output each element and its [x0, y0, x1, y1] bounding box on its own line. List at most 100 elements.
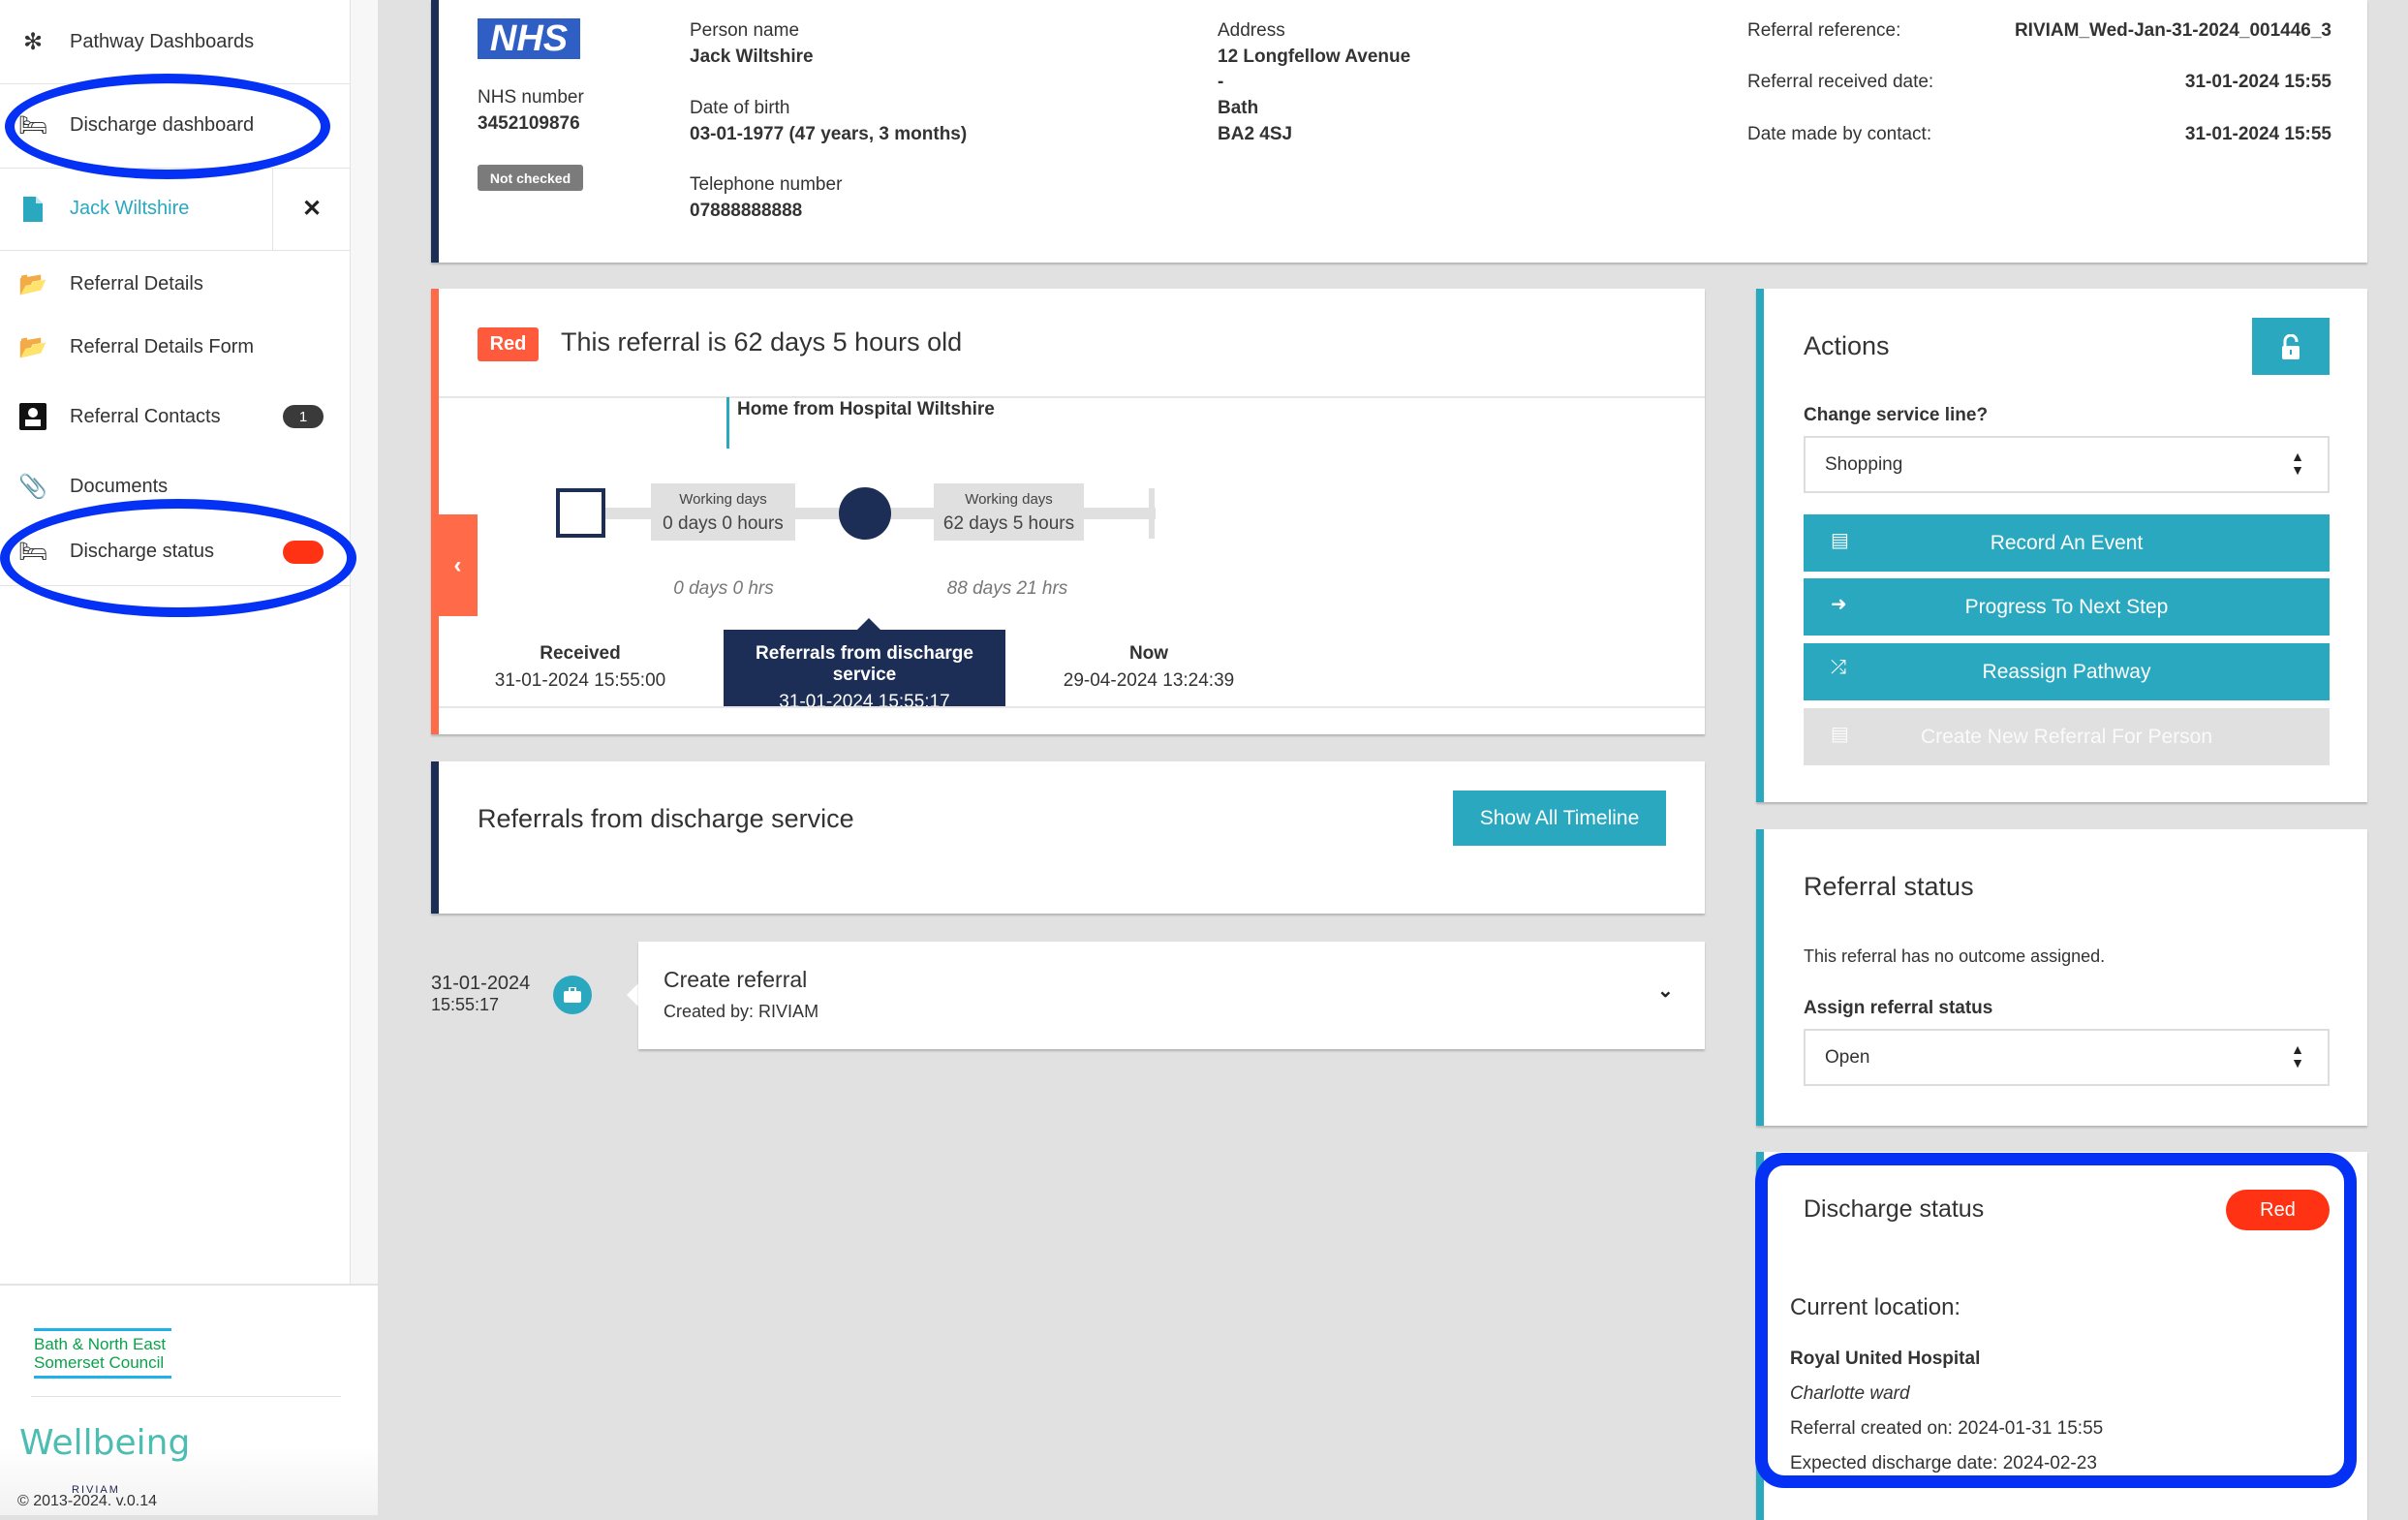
- segment-total: 88 days 21 hrs: [946, 578, 1068, 599]
- service-marker: [726, 397, 729, 449]
- service-line-label: Change service line?: [1804, 405, 1989, 425]
- person-header-card: NHS NHS number 3452109876 Not checked Pe…: [431, 0, 2367, 263]
- council-logo: Bath & North East Somerset Council: [34, 1328, 171, 1379]
- annotation-ellipse: [0, 499, 356, 617]
- copyright: © 2013-2024. v.0.14: [17, 1493, 158, 1509]
- discharge-status-title: Discharge status: [1804, 1195, 1985, 1223]
- sidebar-item-label: Documents: [70, 475, 169, 497]
- sort-icon: ▲ ▼: [2291, 1041, 2304, 1070]
- footer-divider: [31, 1396, 341, 1397]
- file-icon: [17, 196, 48, 222]
- received-step: Received 31-01-2024 15:55:00: [494, 643, 666, 691]
- progress-next-step-button[interactable]: ➜ Progress To Next Step: [1804, 578, 2330, 636]
- referral-reference-label: Referral reference:: [1747, 20, 1901, 41]
- segment-duration: Working days 0 days 0 hours: [651, 483, 795, 541]
- expected-discharge-date: Expected discharge date: 2024-02-23: [1790, 1453, 2097, 1473]
- notepad-icon: ▤: [1831, 724, 1849, 745]
- briefcase-icon: [553, 976, 592, 1014]
- sidebar-item-label: Pathway Dashboards: [70, 30, 255, 52]
- referral-age-card: Red This referral is 62 days 5 hours old…: [431, 289, 1705, 734]
- divider: [439, 396, 1705, 398]
- sidebar-item-pathway-dashboards[interactable]: ✻ Pathway Dashboards: [0, 0, 351, 83]
- nhs-check-badge: Not checked: [478, 165, 583, 191]
- event-author: Created by: RIVIAM: [664, 1002, 819, 1021]
- collapse-timeline-button[interactable]: ‹: [438, 514, 478, 616]
- sort-icon: ▲ ▼: [2291, 449, 2304, 478]
- contact-date-label: Date made by contact:: [1747, 124, 1932, 144]
- nhs-number-label: NHS number: [478, 87, 584, 108]
- address-label: Address: [1218, 20, 1285, 41]
- address-line: Bath: [1218, 98, 1259, 118]
- ward-name: Charlotte ward: [1790, 1383, 1910, 1404]
- reassign-pathway-button[interactable]: ⤮ Reassign Pathway: [1804, 643, 2330, 700]
- event-pointer: [627, 983, 638, 1007]
- timeline-end: [1149, 488, 1155, 539]
- annotation-ellipse: [5, 74, 330, 179]
- segment-label: Working days: [679, 491, 767, 508]
- segment-total: 0 days 0 hrs: [673, 578, 774, 599]
- referral-status-text: This referral has no outcome assigned.: [1804, 946, 2106, 966]
- segment-duration: Working days 62 days 5 hours: [934, 483, 1084, 541]
- segment-value: 0 days 0 hours: [663, 513, 784, 534]
- unlock-icon: [2282, 333, 2300, 359]
- received-date-label: Referral received date:: [1747, 72, 1934, 92]
- dob: 03-01-1977 (47 years, 3 months): [690, 124, 968, 144]
- chevron-left-icon: ‹: [453, 551, 462, 578]
- sidebar-item-person[interactable]: Jack Wiltshire: [0, 168, 273, 250]
- received-date: 31-01-2024 15:55: [2184, 72, 2331, 92]
- notepad-icon: ▤: [1831, 530, 1849, 551]
- divider: [439, 706, 1705, 708]
- current-stage-node[interactable]: [839, 487, 891, 540]
- sidebar-item-referral-details[interactable]: 📂 Referral Details: [0, 260, 351, 308]
- actions-title: Actions: [1804, 331, 1890, 360]
- contacts-count-badge: 1: [283, 405, 324, 428]
- referral-created-date: Referral created on: 2024-01-31 15:55: [1790, 1418, 2104, 1439]
- contact-date: 31-01-2024 15:55: [2184, 124, 2331, 144]
- sidebar-item-label: Referral Details: [70, 272, 203, 295]
- nhs-logo: NHS: [478, 18, 580, 59]
- close-person-button[interactable]: ✕: [273, 168, 351, 250]
- telephone: 07888888888: [690, 201, 803, 221]
- paperclip-icon: 📎: [18, 473, 47, 500]
- person-name: Jack Wiltshire: [690, 47, 814, 67]
- sidebar-item-label: Jack Wiltshire: [70, 198, 190, 219]
- sidebar-item-referral-details-form[interactable]: 📂 Referral Details Form: [0, 323, 351, 371]
- discharge-status-badge: Red: [2226, 1190, 2330, 1230]
- event-card[interactable]: Create referral Created by: RIVIAM ⌄: [638, 942, 1705, 1049]
- show-all-timeline-button[interactable]: Show All Timeline: [1453, 791, 1666, 846]
- current-location-label: Current location:: [1790, 1294, 1961, 1320]
- referral-status-title: Referral status: [1804, 872, 1974, 901]
- address-line: 12 Longfellow Avenue: [1218, 47, 1411, 67]
- now-step: Now 29-04-2024 13:24:39: [1063, 643, 1235, 691]
- sidebar-item-label: Referral Details Form: [70, 335, 255, 357]
- record-event-button[interactable]: ▤ Record An Event: [1804, 514, 2330, 572]
- telephone-label: Telephone number: [690, 174, 843, 195]
- lock-button[interactable]: [2252, 318, 2330, 375]
- current-step: Referrals from discharge service 31-01-20…: [724, 630, 1005, 712]
- referral-age-title: This referral is 62 days 5 hours old: [561, 327, 963, 357]
- sidebar-item-label: Referral Contacts: [70, 405, 221, 427]
- address-line: BA2 4SJ: [1218, 124, 1293, 144]
- address-line: -: [1218, 72, 1224, 92]
- chevron-down-icon[interactable]: ⌄: [1657, 978, 1674, 1003]
- hospital-name: Royal United Hospital: [1790, 1349, 1981, 1369]
- arrow-right-icon: ➜: [1831, 594, 1847, 615]
- referral-status-select[interactable]: Open ▲ ▼: [1804, 1029, 2330, 1086]
- rag-status-badge: Red: [478, 327, 539, 361]
- current-stage-card: Referrals from discharge service Show Al…: [431, 761, 1705, 914]
- folder-open-icon: 📂: [18, 333, 47, 360]
- close-icon: ✕: [301, 196, 323, 222]
- received-node[interactable]: [556, 488, 605, 538]
- assign-status-label: Assign referral status: [1804, 998, 1993, 1018]
- contact-icon: [17, 403, 48, 430]
- sidebar-item-referral-contacts[interactable]: Referral Contacts 1: [0, 392, 351, 441]
- nhs-number: 3452109876: [478, 113, 580, 134]
- current-pointer: [857, 618, 880, 630]
- stage-title: Referrals from discharge service: [478, 804, 854, 833]
- create-new-referral-button[interactable]: ▤ Create New Referral For Person: [1804, 708, 2330, 765]
- sidebar-footer: Bath & North East Somerset Council Wellb…: [0, 1284, 378, 1515]
- service-line-select[interactable]: Shopping ▲ ▼: [1804, 436, 2330, 493]
- service-name: Home from Hospital Wiltshire: [737, 399, 995, 419]
- folder-open-icon: 📂: [18, 270, 47, 297]
- referral-reference: RIVIAM_Wed-Jan-31-2024_001446_3: [2014, 20, 2331, 41]
